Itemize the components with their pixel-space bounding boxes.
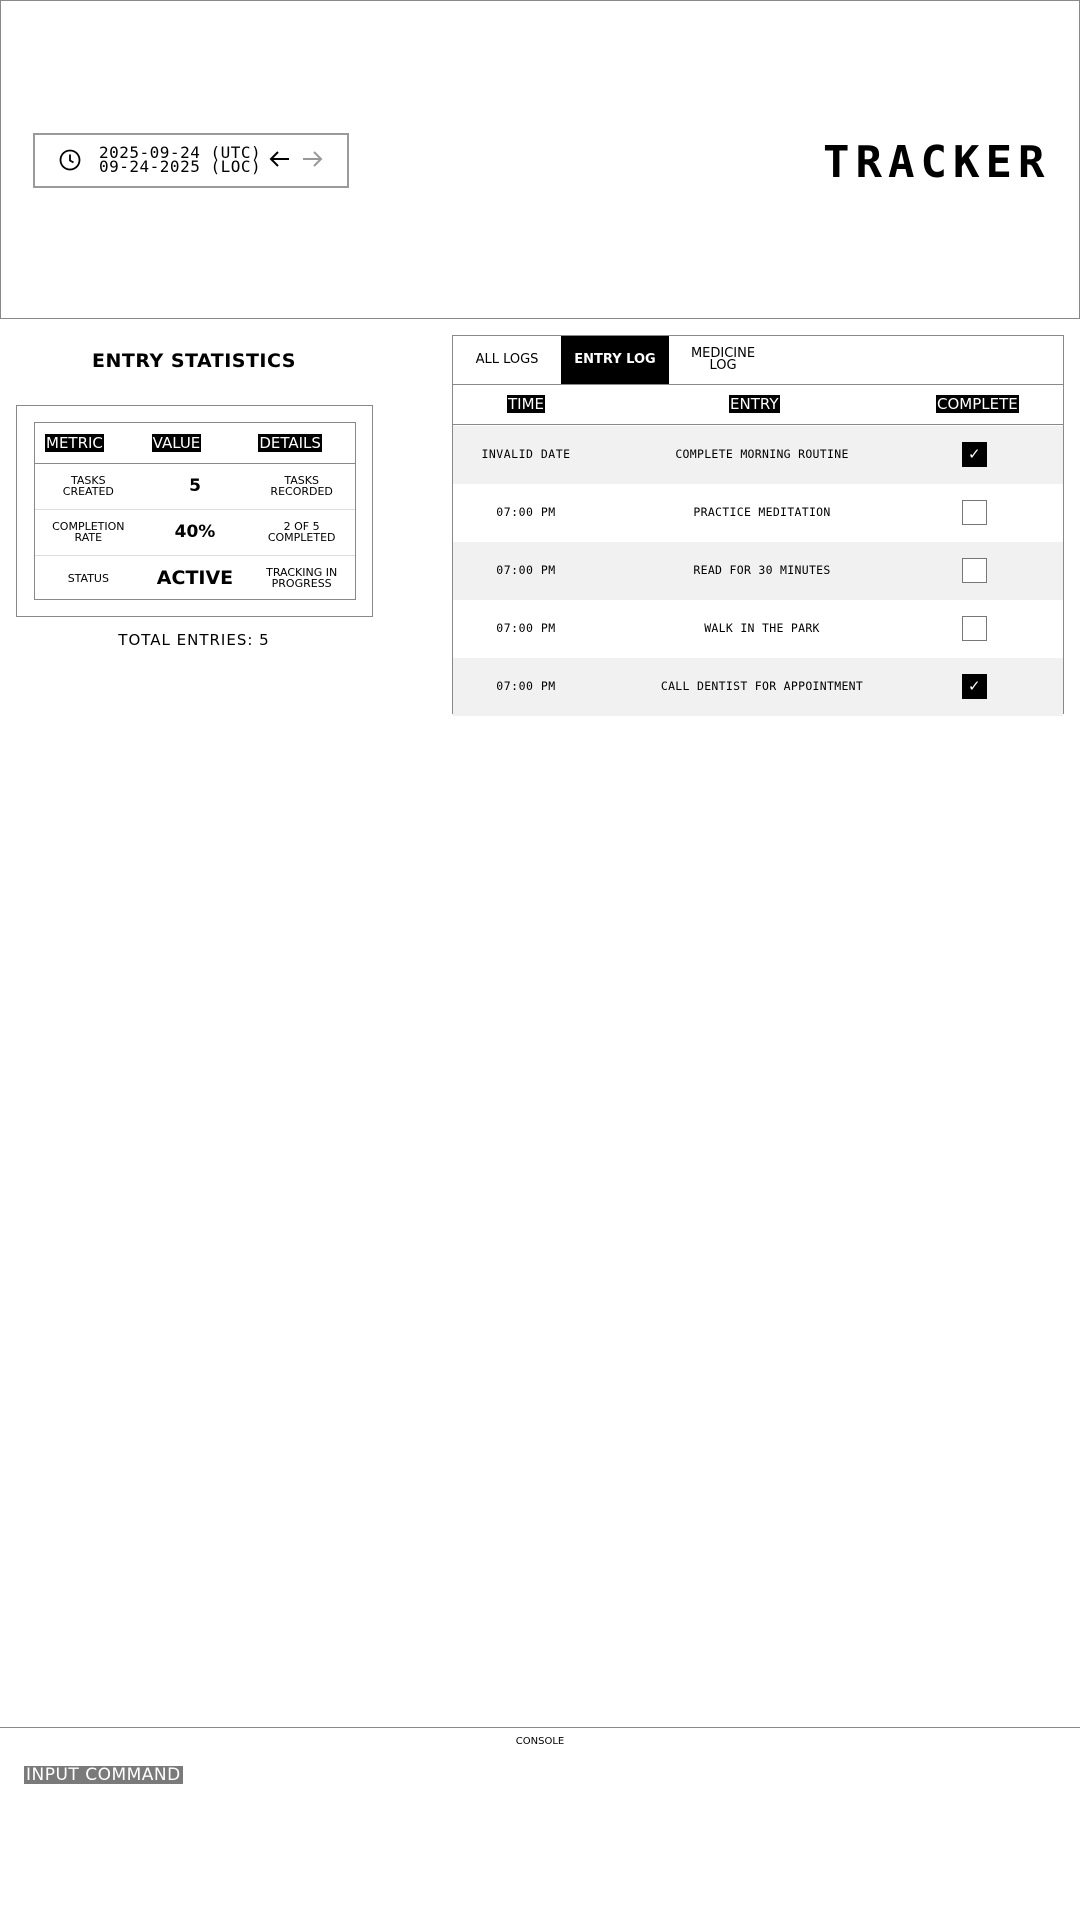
arrow-left-icon[interactable]	[267, 147, 293, 171]
tab-medicine-log[interactable]: MEDICINE LOG	[669, 336, 777, 384]
stats-value: ACTIVE	[141, 554, 249, 601]
stats-title: ENTRY STATISTICS	[92, 350, 296, 372]
stats-row: TASKS CREATED 5 TASKS RECORDED	[35, 462, 355, 509]
stats-header-value: VALUE	[141, 423, 249, 464]
log-tabs: ALL LOGS ENTRY LOG MEDICINE LOG	[453, 336, 1063, 385]
stats-metric: STATUS	[35, 554, 142, 601]
stats-details: 2 OF 5 COMPLETED	[248, 508, 355, 555]
table-row: INVALID DATE COMPLETE MORNING ROUTINE	[453, 426, 1063, 484]
entry-time: 07:00 PM	[496, 505, 556, 519]
table-row: 07:00 PM PRACTICE MEDITATION	[453, 484, 1063, 542]
complete-checkbox[interactable]	[962, 558, 987, 583]
stats-value: 5	[141, 462, 249, 509]
console-label: CONSOLE	[515, 1736, 565, 1747]
date-navigator: 2025-09-24 (UTC) 09-24-2025 (LOC)	[33, 133, 349, 188]
date-display: 2025-09-24 (UTC) 09-24-2025 (LOC)	[99, 145, 262, 176]
entry-text: COMPLETE MORNING ROUTINE	[675, 447, 849, 461]
column-complete: COMPLETE	[936, 395, 1019, 413]
stats-details: TASKS RECORDED	[248, 462, 355, 509]
entry-text: PRACTICE MEDITATION	[693, 505, 831, 519]
table-row: 07:00 PM READ FOR 30 MINUTES	[453, 542, 1063, 600]
stats-value: 40%	[141, 508, 249, 555]
column-entry: ENTRY	[729, 395, 780, 413]
column-time: TIME	[507, 395, 546, 413]
complete-checkbox[interactable]	[962, 500, 987, 525]
date-local: 09-24-2025 (LOC)	[99, 157, 262, 176]
header: 2025-09-24 (UTC) 09-24-2025 (LOC) TRACKE…	[0, 0, 1080, 319]
entry-time: 07:00 PM	[496, 679, 556, 693]
entry-text: READ FOR 30 MINUTES	[693, 563, 831, 577]
stats-table-wrapper: METRIC VALUE DETAILS TASKS CREATED 5 TAS…	[34, 422, 356, 601]
table-row: 07:00 PM WALK IN THE PARK	[453, 600, 1063, 658]
command-input[interactable]: INPUT COMMAND	[24, 1766, 183, 1784]
stats-header-details: DETAILS	[248, 423, 355, 464]
stats-table: METRIC VALUE DETAILS TASKS CREATED 5 TAS…	[35, 423, 355, 601]
complete-checkbox[interactable]	[962, 442, 987, 467]
tab-entry-log[interactable]: ENTRY LOG	[561, 336, 669, 384]
stats-details: TRACKING IN PROGRESS	[248, 554, 355, 601]
log-panel: ALL LOGS ENTRY LOG MEDICINE LOG TIME ENT…	[452, 335, 1064, 716]
stats-panel: METRIC VALUE DETAILS TASKS CREATED 5 TAS…	[16, 405, 373, 617]
stats-metric: TASKS CREATED	[35, 462, 142, 509]
console-panel: CONSOLE INPUT COMMAND	[0, 1727, 1080, 1920]
brand-title: TRACKER	[823, 137, 1051, 188]
total-entries: TOTAL ENTRIES: 5	[118, 631, 270, 649]
entry-text: WALK IN THE PARK	[704, 621, 820, 635]
entry-time: INVALID DATE	[481, 447, 571, 461]
complete-checkbox[interactable]	[962, 616, 987, 641]
entry-time: 07:00 PM	[496, 563, 556, 577]
table-row: 07:00 PM CALL DENTIST FOR APPOINTMENT	[453, 658, 1063, 716]
entry-text: CALL DENTIST FOR APPOINTMENT	[660, 679, 864, 693]
stats-row: STATUS ACTIVE TRACKING IN PROGRESS	[35, 554, 355, 601]
stats-metric: COMPLETION RATE	[35, 508, 142, 555]
entry-time: 07:00 PM	[496, 621, 556, 635]
arrow-right-icon[interactable]	[299, 147, 325, 171]
log-rows: INVALID DATE COMPLETE MORNING ROUTINE 07…	[453, 426, 1063, 716]
clock-icon	[59, 149, 81, 171]
log-column-headers: TIME ENTRY COMPLETE	[453, 385, 1063, 425]
complete-checkbox[interactable]	[962, 674, 987, 699]
stats-row: COMPLETION RATE 40% 2 OF 5 COMPLETED	[35, 508, 355, 555]
stats-header-metric: METRIC	[35, 423, 142, 464]
tab-all-logs[interactable]: ALL LOGS	[453, 336, 561, 384]
